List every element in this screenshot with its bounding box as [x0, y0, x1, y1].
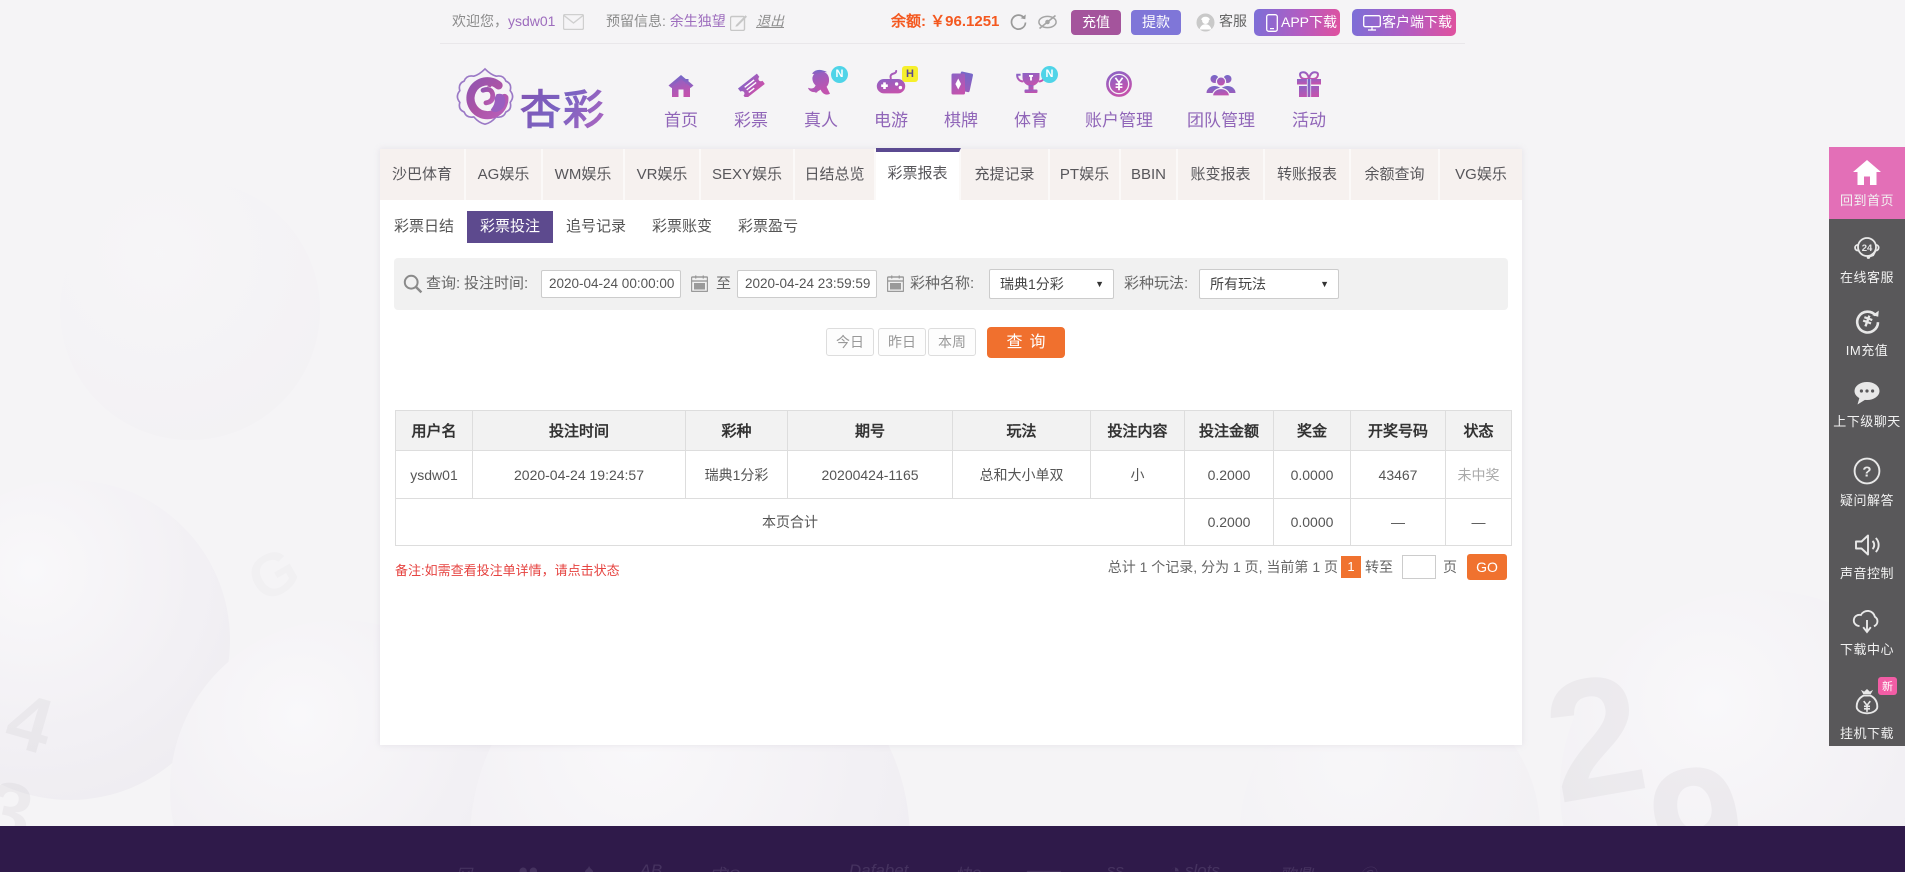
svg-text:?: ?	[1862, 464, 1871, 481]
svg-text:24: 24	[1862, 243, 1873, 254]
